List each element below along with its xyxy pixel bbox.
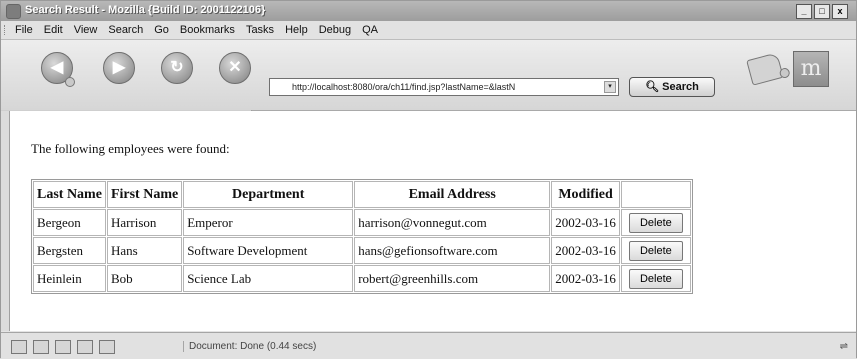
minimize-button[interactable]: _ (796, 4, 812, 19)
header-last-name: Last Name (33, 181, 106, 208)
header-department: Department (183, 181, 354, 208)
header-first-name: First Name (106, 181, 183, 208)
delete-button[interactable]: Delete (628, 240, 683, 261)
reload-icon: ↻ (170, 59, 184, 76)
menu-view[interactable]: View (72, 23, 100, 37)
composer-icon[interactable] (77, 340, 93, 354)
menu-go[interactable]: Go (152, 23, 171, 37)
reload-button[interactable]: ↻ (161, 52, 193, 84)
menu-qa[interactable]: QA (360, 23, 380, 37)
stop-icon: ✕ (228, 59, 242, 76)
delete-button[interactable]: Delete (628, 212, 683, 233)
cell-modified: 2002-03-16 (551, 237, 620, 264)
url-dropdown-icon[interactable]: ▾ (604, 81, 616, 93)
menu-debug[interactable]: Debug (317, 23, 353, 37)
component-bar (11, 340, 115, 354)
result-intro-text: The following employees were found: (31, 141, 230, 156)
mail-icon[interactable] (33, 340, 49, 354)
table-row: Heinlein Bob Science Lab robert@greenhil… (33, 265, 691, 292)
cell-first-name: Harrison (106, 209, 183, 236)
stop-button[interactable]: ✕ (219, 52, 251, 84)
cell-email: harrison@vonnegut.com (354, 209, 551, 236)
status-bar: Document: Done (0.44 secs) ⇌ (1, 332, 856, 359)
url-text: http://localhost:8080/ora/ch11/find.jsp?… (292, 82, 516, 92)
mozilla-icon (6, 4, 21, 19)
employees-table: Last Name First Name Department Email Ad… (31, 179, 693, 294)
cell-action: Delete (620, 237, 691, 264)
forward-button[interactable]: ▶ (103, 52, 135, 84)
menu-bar: File Edit View Search Go Bookmarks Tasks… (1, 21, 856, 40)
table-header-row: Last Name First Name Department Email Ad… (33, 181, 691, 208)
table-row: Bergeon Harrison Emperor harrison@vonneg… (33, 209, 691, 236)
cell-email: robert@greenhills.com (354, 265, 551, 292)
cell-department: Science Lab (183, 265, 354, 292)
title-bar: Search Result - Mozilla {Build ID: 20011… (1, 1, 856, 21)
chat-icon[interactable] (55, 340, 71, 354)
cell-action: Delete (620, 265, 691, 292)
cell-email: hans@gefionsoftware.com (354, 237, 551, 264)
menu-file[interactable]: File (13, 23, 35, 37)
cell-first-name: Bob (106, 265, 183, 292)
cell-last-name: Heinlein (33, 265, 106, 292)
maximize-button[interactable]: □ (814, 4, 830, 19)
header-modified: Modified (551, 181, 620, 208)
address-bar[interactable]: http://localhost:8080/ora/ch11/find.jsp?… (269, 78, 619, 96)
cell-department: Emperor (183, 209, 354, 236)
menu-search[interactable]: Search (106, 23, 145, 37)
print-icon[interactable] (746, 52, 784, 86)
address-book-icon[interactable] (99, 340, 115, 354)
menu-help[interactable]: Help (283, 23, 310, 37)
cell-first-name: Hans (106, 237, 183, 264)
browser-window: Search Result - Mozilla {Build ID: 20011… (0, 0, 857, 359)
forward-arrow-icon: ▶ (112, 59, 126, 76)
window-controls: _ □ x (796, 4, 848, 19)
cell-modified: 2002-03-16 (551, 265, 620, 292)
cell-last-name: Bergeon (33, 209, 106, 236)
online-status-icon[interactable]: ⇌ (840, 341, 848, 352)
delete-button[interactable]: Delete (628, 268, 683, 289)
navigator-icon[interactable] (11, 340, 27, 354)
cell-last-name: Bergsten (33, 237, 106, 264)
cell-modified: 2002-03-16 (551, 209, 620, 236)
sidebar-splitter[interactable] (1, 111, 10, 331)
back-button[interactable]: ◀ (41, 52, 75, 87)
search-button[interactable]: 🔍︎ Search (629, 77, 715, 97)
magnifier-icon: 🔍︎ (645, 81, 660, 93)
menu-tasks[interactable]: Tasks (244, 23, 276, 37)
close-button[interactable]: x (832, 4, 848, 19)
menu-edit[interactable]: Edit (42, 23, 65, 37)
search-button-label: Search (662, 81, 699, 93)
window-title: Search Result - Mozilla {Build ID: 20011… (25, 4, 266, 16)
status-text: Document: Done (0.44 secs) (183, 341, 316, 352)
header-action (620, 181, 691, 208)
menu-bookmarks[interactable]: Bookmarks (178, 23, 237, 37)
back-arrow-icon: ◀ (50, 59, 64, 76)
menubar-grip[interactable] (4, 25, 9, 35)
navigation-toolbar: ◀ ▶ ↻ ✕ http://localhost:8080/ora/ch11/f… (1, 40, 856, 111)
cell-department: Software Development (183, 237, 354, 264)
cell-action: Delete (620, 209, 691, 236)
header-email: Email Address (354, 181, 551, 208)
mozilla-throbber-logo[interactable]: m (793, 51, 829, 87)
table-row: Bergsten Hans Software Development hans@… (33, 237, 691, 264)
